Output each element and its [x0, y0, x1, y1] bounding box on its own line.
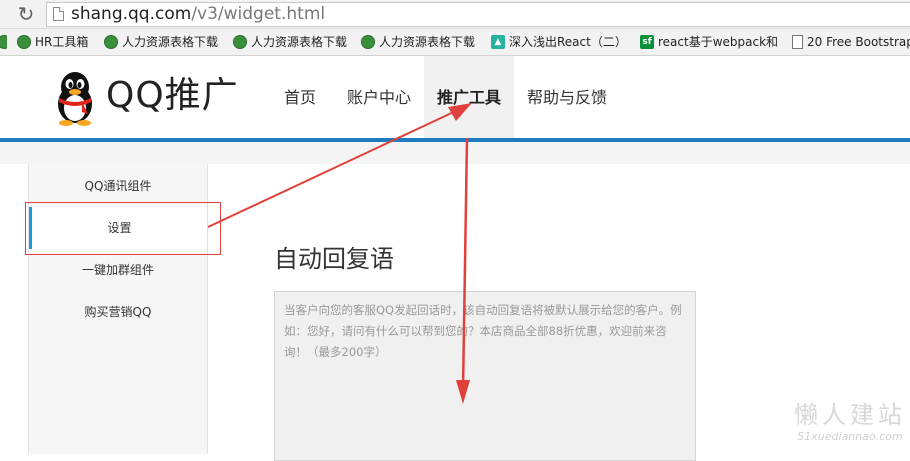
url-field[interactable]: shang.qq.com/v3/widget.html [46, 2, 910, 27]
teal-icon: ▲ [491, 35, 505, 49]
url-path: /v3/widget.html [191, 4, 326, 24]
bookmark-label: 20 Free Bootstrap [807, 35, 910, 49]
page-title: 自动回复语 [274, 245, 394, 273]
url-host: shang.qq.com [71, 4, 192, 24]
browser-address-bar: ↻ shang.qq.com/v3/widget.html [0, 0, 910, 29]
bookmark-partial[interactable] [0, 33, 7, 51]
bookmark-react-intro[interactable]: ▲ 深入浅出React（二） [491, 33, 627, 51]
page-icon [53, 7, 64, 21]
auto-reply-textarea[interactable] [274, 291, 696, 461]
bookmark-label: 人力资源表格下载 [379, 35, 476, 49]
globe-icon [361, 35, 375, 49]
globe-icon [17, 35, 31, 49]
bookmark-hr-forms-3[interactable]: 人力资源表格下载 [361, 33, 475, 51]
nav-help-feedback[interactable]: 帮助与反馈 [527, 56, 607, 140]
globe-icon [233, 35, 247, 49]
site-header: QQ推广 首页 账户中心 推广工具 帮助与反馈 [0, 56, 910, 140]
watermark-subtitle: 51xuediannao.com [797, 430, 903, 443]
bookmark-hr-tools[interactable]: HR工具箱 [17, 33, 88, 51]
watermark: 懒人建站 51xuediannao.com [790, 400, 910, 444]
bookmark-react-webpack[interactable]: sf react基于webpack和 [640, 33, 780, 51]
bookmark-free-bootstrap[interactable]: 20 Free Bootstrap [792, 33, 910, 51]
bookmark-label: 人力资源表格下载 [251, 35, 348, 49]
content-top-strip [0, 142, 910, 164]
bookmarks-bar: HR工具箱 人力资源表格下载 人力资源表格下载 人力资源表格下载 ▲ 深入浅出R… [0, 29, 910, 56]
document-icon [792, 35, 803, 49]
globe-icon [104, 35, 118, 49]
bookmark-label: 深入浅出React（二） [509, 35, 627, 49]
reload-icon[interactable]: ↻ [14, 3, 38, 25]
sidebar-item-buy-marketing-qq[interactable]: 购买营销QQ [29, 291, 207, 333]
sidebar-item-join-group[interactable]: 一键加群组件 [29, 249, 207, 291]
bookmark-hr-forms-2[interactable]: 人力资源表格下载 [233, 33, 347, 51]
globe-icon [0, 35, 7, 49]
sidebar: QQ通讯组件 设置 一键加群组件 购买营销QQ [28, 164, 208, 454]
watermark-title: 懒人建站 [794, 401, 906, 429]
bookmark-label: react基于webpack和 [658, 35, 779, 49]
bookmark-label: HR工具箱 [35, 35, 89, 49]
qq-penguin-logo[interactable] [52, 70, 98, 126]
sidebar-item-settings[interactable]: 设置 [29, 207, 207, 249]
url-text: shang.qq.com/v3/widget.html [71, 4, 325, 25]
nav-promo-tools[interactable]: 推广工具 [424, 56, 514, 140]
bookmark-label: 人力资源表格下载 [122, 35, 219, 49]
nav-account-center[interactable]: 账户中心 [347, 56, 411, 140]
nav-home[interactable]: 首页 [284, 56, 316, 140]
sf-icon: sf [640, 35, 654, 49]
bookmark-hr-forms-1[interactable]: 人力资源表格下载 [104, 33, 218, 51]
sidebar-item-qq-widget[interactable]: QQ通讯组件 [29, 165, 207, 207]
brand-name: QQ推广 [106, 75, 239, 116]
